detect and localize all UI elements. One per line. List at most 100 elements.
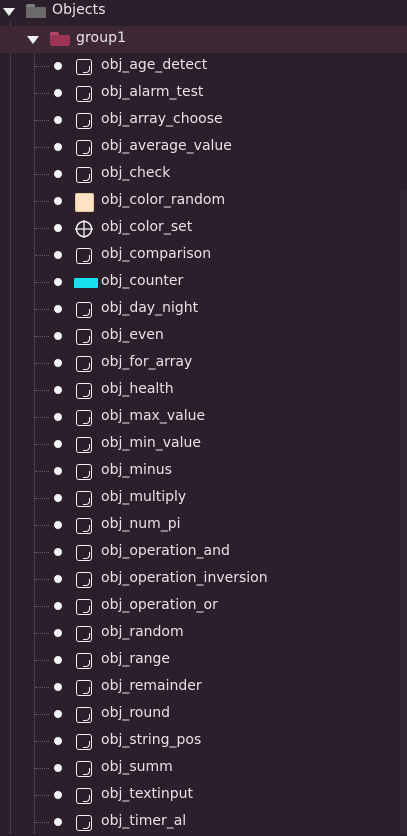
object-icon (74, 489, 94, 509)
tree-item[interactable]: obj_min_value (0, 431, 400, 458)
tree-item[interactable]: obj_counter (0, 269, 400, 296)
tree-item[interactable]: obj_day_night (0, 296, 400, 323)
object-icon (74, 327, 94, 347)
tree-guide-line (35, 687, 49, 688)
object-icon (74, 624, 94, 644)
tree-item-label: obj_range (101, 651, 171, 667)
tree-guide-line (35, 579, 49, 580)
tree-guide-line (35, 66, 49, 67)
tree-item[interactable]: obj_age_detect (0, 53, 400, 80)
tree-item[interactable]: obj_color_random (0, 188, 400, 215)
tree-item-label: obj_operation_and (101, 543, 230, 559)
tree-item-label: obj_max_value (101, 408, 206, 424)
bullet-icon (54, 89, 62, 97)
tree-item[interactable]: obj_random (0, 620, 400, 647)
tree-item[interactable]: obj_max_value (0, 404, 400, 431)
tree-item[interactable]: obj_multiply (0, 485, 400, 512)
tree-item-label: obj_num_pi (101, 516, 181, 532)
bullet-icon (54, 440, 62, 448)
tree-item[interactable]: obj_operation_and (0, 539, 400, 566)
scrollbar[interactable] (400, 190, 407, 833)
bullet-icon (54, 251, 62, 259)
tree-guide-line (35, 336, 49, 337)
tree-item-label: obj_color_random (101, 192, 226, 208)
tree-guide-line (35, 228, 49, 229)
tree-item[interactable]: obj_health (0, 377, 400, 404)
tree-item[interactable]: obj_minus (0, 458, 400, 485)
tree-root-objects[interactable]: Objects (0, 0, 407, 25)
tree-item[interactable]: obj_alarm_test (0, 80, 400, 107)
bullet-icon (54, 629, 62, 637)
tree-item-label: obj_for_array (101, 354, 193, 370)
tree-item[interactable]: obj_comparison (0, 242, 400, 269)
tree-item[interactable]: obj_check (0, 161, 400, 188)
tree-guide-line (35, 363, 49, 364)
bullet-icon (54, 467, 62, 475)
tree-item-label: obj_check (101, 165, 171, 181)
tree-item-label: obj_age_detect (101, 57, 208, 73)
object-icon (74, 732, 94, 752)
tree-item[interactable]: obj_operation_or (0, 593, 400, 620)
tree-item-label: obj_min_value (101, 435, 201, 451)
tree-guide-line (35, 417, 49, 418)
tree-item-label: obj_textinput (101, 786, 193, 802)
bullet-icon (54, 170, 62, 178)
crosshair-icon (74, 219, 94, 239)
tree-item[interactable]: obj_string_pos (0, 728, 400, 755)
tree-group-group1[interactable]: group1 (0, 26, 407, 53)
tree-item[interactable]: obj_timer_al (0, 809, 400, 836)
bullet-icon (54, 764, 62, 772)
tree-guide-line (35, 120, 49, 121)
tree-root-label: Objects (52, 2, 106, 18)
tree-item-label: obj_remainder (101, 678, 202, 694)
tree-item[interactable]: obj_round (0, 701, 400, 728)
tree-guide-line (35, 444, 49, 445)
object-icon (74, 651, 94, 671)
object-icon (74, 813, 94, 833)
tree-item[interactable]: obj_summ (0, 755, 400, 782)
object-icon (74, 57, 94, 77)
tree-item[interactable]: obj_range (0, 647, 400, 674)
bullet-icon (54, 413, 62, 421)
tree-guide-line (35, 606, 49, 607)
tree-item-label: obj_summ (101, 759, 173, 775)
tree-item[interactable]: obj_remainder (0, 674, 400, 701)
object-icon (74, 597, 94, 617)
bullet-icon (54, 494, 62, 502)
object-icon (74, 84, 94, 104)
tree-guide-line (35, 525, 49, 526)
object-icon (74, 786, 94, 806)
tree-guide-line (35, 552, 49, 553)
object-icon (74, 165, 94, 185)
object-icon (74, 570, 94, 590)
bullet-icon (54, 818, 62, 826)
bullet-icon (54, 305, 62, 313)
object-icon (74, 435, 94, 455)
tree-item[interactable]: obj_textinput (0, 782, 400, 809)
bullet-icon (54, 224, 62, 232)
tree-item-label: obj_day_night (101, 300, 199, 316)
tree-item-label: obj_alarm_test (101, 84, 204, 100)
object-icon (74, 138, 94, 158)
chevron-down-icon[interactable] (27, 36, 39, 44)
bullet-icon (54, 197, 62, 205)
tree-item[interactable]: obj_num_pi (0, 512, 400, 539)
tree-guide-line (35, 390, 49, 391)
tree-guide-line (35, 93, 49, 94)
tree-item-label: obj_multiply (101, 489, 187, 505)
tree-guide-line (35, 201, 49, 202)
bullet-icon (54, 332, 62, 340)
tree-item-label: obj_counter (101, 273, 184, 289)
tree-item[interactable]: obj_for_array (0, 350, 400, 377)
tree-item[interactable]: obj_operation_inversion (0, 566, 400, 593)
tree-item[interactable]: obj_even (0, 323, 400, 350)
tree-item-label: obj_color_set (101, 219, 193, 235)
tree-item-label: obj_string_pos (101, 732, 202, 748)
tree-item[interactable]: obj_array_choose (0, 107, 400, 134)
tree-item[interactable]: obj_average_value (0, 134, 400, 161)
chevron-down-icon[interactable] (3, 8, 15, 16)
tree-item[interactable]: obj_color_set (0, 215, 400, 242)
bullet-icon (54, 521, 62, 529)
object-icon (74, 111, 94, 131)
tree-item-label: obj_even (101, 327, 164, 343)
